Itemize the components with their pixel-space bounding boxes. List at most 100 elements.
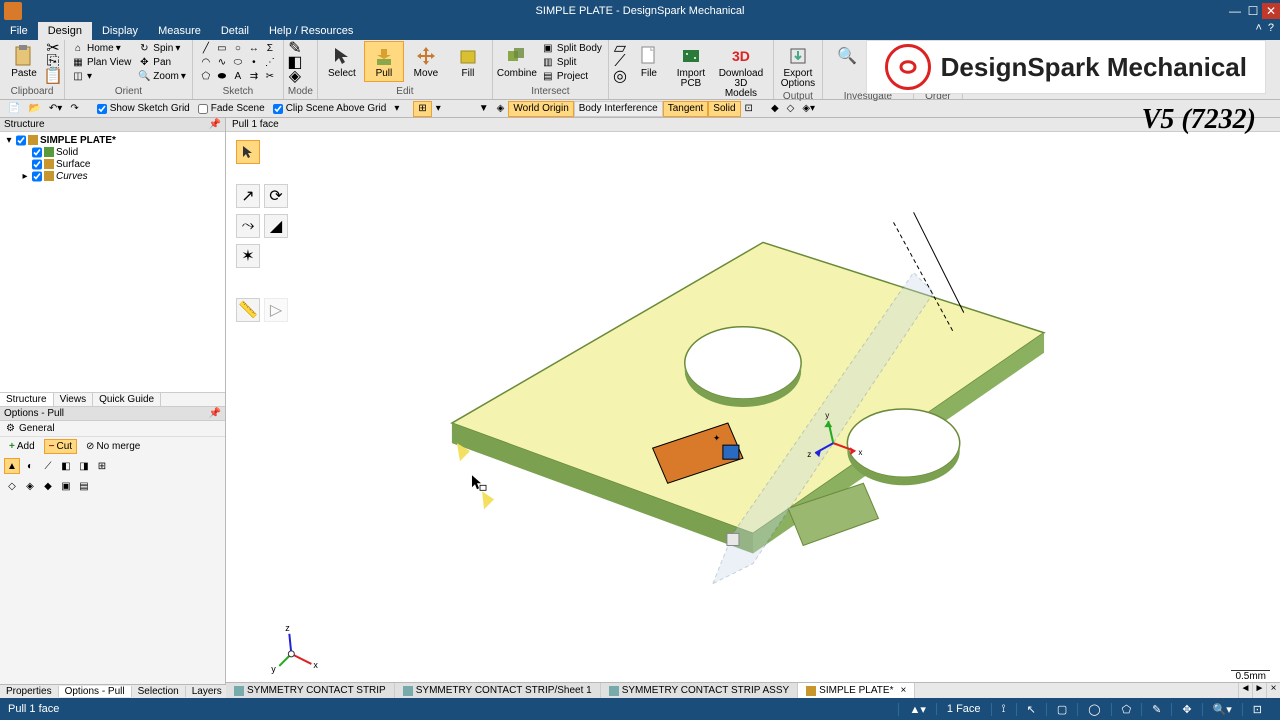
move-button[interactable]: Move	[406, 41, 446, 82]
offset-icon[interactable]: ⇉	[247, 69, 261, 83]
poly-icon[interactable]: ⬠	[199, 69, 213, 83]
status-dropdown[interactable]: ▲▾	[898, 703, 935, 716]
cut-option[interactable]: −Cut	[44, 439, 77, 454]
split-body-button[interactable]: ▣Split Body	[539, 41, 604, 55]
minimize-button[interactable]: —	[1226, 3, 1244, 19]
world-origin-toggle[interactable]: World Origin	[508, 101, 573, 117]
fill-button[interactable]: Fill	[448, 41, 488, 82]
help-icon[interactable]: ?	[1268, 22, 1274, 40]
options-general[interactable]: ⚙General	[0, 421, 225, 437]
zoom-button[interactable]: 🔍Zoom▾	[135, 69, 188, 83]
filter-icon[interactable]: ▼	[475, 101, 493, 117]
opt-icon-7[interactable]: ◇	[4, 478, 20, 494]
ellipse-icon[interactable]: ⬭	[231, 55, 245, 69]
status-move-icon[interactable]: ✥	[1171, 703, 1201, 716]
plan-view-button[interactable]: ▦Plan View	[69, 55, 133, 69]
wire-icon[interactable]: ⊡	[741, 101, 757, 117]
menu-display[interactable]: Display	[92, 22, 148, 40]
opt-icon-5[interactable]: ◨	[76, 458, 92, 474]
highlight-icon[interactable]: ◈	[493, 101, 509, 117]
opt-icon-4[interactable]: ◧	[58, 458, 74, 474]
opt-icon-1[interactable]: ▲	[4, 458, 20, 474]
sum-icon[interactable]: Σ	[263, 41, 277, 55]
new-icon[interactable]: 📄	[4, 101, 24, 117]
doc-tab-3[interactable]: SIMPLE PLATE*×	[798, 683, 915, 698]
opt-icon-8[interactable]: ◈	[22, 478, 38, 494]
tab-selection[interactable]: Selection	[132, 686, 186, 697]
doc-tab-0[interactable]: SYMMETRY CONTACT STRIP	[226, 683, 395, 698]
construction-icon[interactable]: ⋰	[263, 55, 277, 69]
add-option[interactable]: +Add	[4, 439, 40, 454]
status-box-icon[interactable]: ▢	[1046, 703, 1077, 716]
opt-icon-2[interactable]: ◐	[22, 458, 38, 474]
doc-tab-2[interactable]: SYMMETRY CONTACT STRIP ASSY	[601, 683, 798, 698]
extra1-icon[interactable]: ◆	[767, 101, 783, 117]
extra2-icon[interactable]: ◇	[783, 101, 799, 117]
paste-small-icon[interactable]: 📋	[46, 69, 60, 83]
status-cursor-icon[interactable]: ↖	[1016, 703, 1046, 716]
point-icon[interactable]: •	[247, 55, 261, 69]
body-interference-toggle[interactable]: Body Interference	[574, 101, 663, 117]
pin-icon[interactable]: 📌	[209, 119, 221, 130]
dim-icon[interactable]: ↔	[247, 41, 261, 55]
tangent-toggle[interactable]: Tangent	[663, 101, 709, 117]
status-lasso-icon[interactable]: ◯	[1077, 703, 1110, 716]
combine-button[interactable]: Combine	[497, 41, 537, 82]
opt-icon-9[interactable]: ◆	[40, 478, 56, 494]
tree-item-solid[interactable]: Solid	[4, 146, 221, 158]
clip-above-grid-checkbox[interactable]: Clip Scene Above Grid	[269, 101, 391, 117]
pull-button[interactable]: Pull	[364, 41, 404, 82]
arc-icon[interactable]: ◠	[199, 55, 213, 69]
circle-icon[interactable]: ○	[231, 41, 245, 55]
pan-button[interactable]: ✥Pan	[135, 55, 188, 69]
tab-close-icon[interactable]: ×	[1266, 683, 1280, 698]
tree-item-surface[interactable]: Surface	[4, 158, 221, 170]
split-button[interactable]: ▥Split	[539, 55, 604, 69]
trim-icon[interactable]: ✂	[263, 69, 277, 83]
project-button[interactable]: ▤Project	[539, 69, 604, 83]
maximize-button[interactable]: ☐	[1244, 3, 1262, 19]
nomerge-option[interactable]: ⊘No merge	[81, 439, 145, 454]
slot-icon[interactable]: ⬬	[215, 69, 229, 83]
snap-icon[interactable]: ⊞	[413, 101, 431, 117]
select-button[interactable]: Select	[322, 41, 362, 82]
tab-next-icon[interactable]: ►	[1252, 683, 1266, 698]
fade-scene-checkbox[interactable]: Fade Scene	[194, 101, 269, 117]
pin-icon[interactable]: 📌	[209, 408, 221, 419]
tree-root[interactable]: ▾SIMPLE PLATE*	[4, 134, 221, 146]
menu-detail[interactable]: Detail	[211, 22, 259, 40]
3d-mode-icon[interactable]: ◈	[288, 69, 302, 83]
check-button[interactable]: 🔍	[827, 41, 867, 82]
status-fit-icon[interactable]: ⊡	[1242, 703, 1272, 716]
export-button[interactable]: Export Options	[778, 41, 818, 92]
menu-help[interactable]: Help / Resources	[259, 22, 363, 40]
status-poly-icon[interactable]: ⬠	[1111, 703, 1142, 716]
opt-icon-6[interactable]: ⊞	[94, 458, 110, 474]
redo-icon[interactable]: ↷	[66, 101, 82, 117]
close-tab-icon[interactable]: ×	[900, 685, 906, 696]
menu-file[interactable]: File	[0, 22, 38, 40]
tab-options-pull[interactable]: Options - Pull	[59, 686, 132, 697]
undo-icon[interactable]: ↶▾	[45, 101, 66, 117]
tab-structure[interactable]: Structure	[0, 393, 54, 406]
grid-dropdown[interactable]: ▾	[390, 101, 403, 117]
home-view-button[interactable]: ⌂Home▾	[69, 41, 133, 55]
import-pcb-button[interactable]: Import PCB	[671, 41, 711, 92]
3d-canvas[interactable]: ↗ ⟳ ⤳ ◢ ✶ 📏 ▷	[226, 132, 1280, 684]
status-paint-icon[interactable]: ✎	[1141, 703, 1171, 716]
view-more-button[interactable]: ◫▾	[69, 69, 133, 83]
status-snap-icon[interactable]: ⟟	[991, 703, 1016, 716]
extra3-dropdown[interactable]: ◈▾	[798, 101, 819, 117]
tab-properties[interactable]: Properties	[0, 686, 59, 697]
opt-icon-11[interactable]: ▤	[76, 478, 92, 494]
insert-origin-icon[interactable]: ◎	[613, 69, 627, 83]
snap-options[interactable]: ▾	[432, 101, 445, 117]
tab-prev-icon[interactable]: ◄	[1238, 683, 1252, 698]
line-icon[interactable]: ╱	[199, 41, 213, 55]
solid-toggle[interactable]: Solid	[708, 101, 740, 117]
tab-quick-guide[interactable]: Quick Guide	[93, 393, 161, 406]
opt-icon-3[interactable]: ⟋	[40, 458, 56, 474]
tab-views[interactable]: Views	[54, 393, 94, 406]
tree-item-curves[interactable]: ▸Curves	[4, 170, 221, 182]
spline-icon[interactable]: ∿	[215, 55, 229, 69]
